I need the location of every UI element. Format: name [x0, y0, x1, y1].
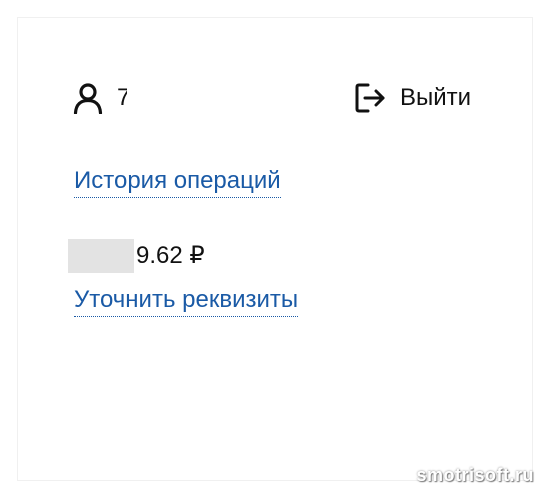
balance: 9.62 ₽	[68, 239, 205, 273]
logout-button[interactable]: Выйти	[354, 82, 471, 114]
logout-icon	[354, 82, 388, 114]
balance-redaction	[68, 239, 134, 273]
user-name: 7	[117, 84, 127, 111]
logout-label: Выйти	[400, 84, 472, 111]
user-info: 7	[73, 82, 127, 115]
operations-history-link[interactable]: История операций	[74, 166, 281, 198]
balance-value: 9.62 ₽	[136, 242, 205, 269]
clarify-details-link[interactable]: Уточнить реквизиты	[74, 285, 299, 317]
watermark: smotrisoft.ru	[416, 465, 534, 485]
user-icon	[73, 82, 103, 115]
